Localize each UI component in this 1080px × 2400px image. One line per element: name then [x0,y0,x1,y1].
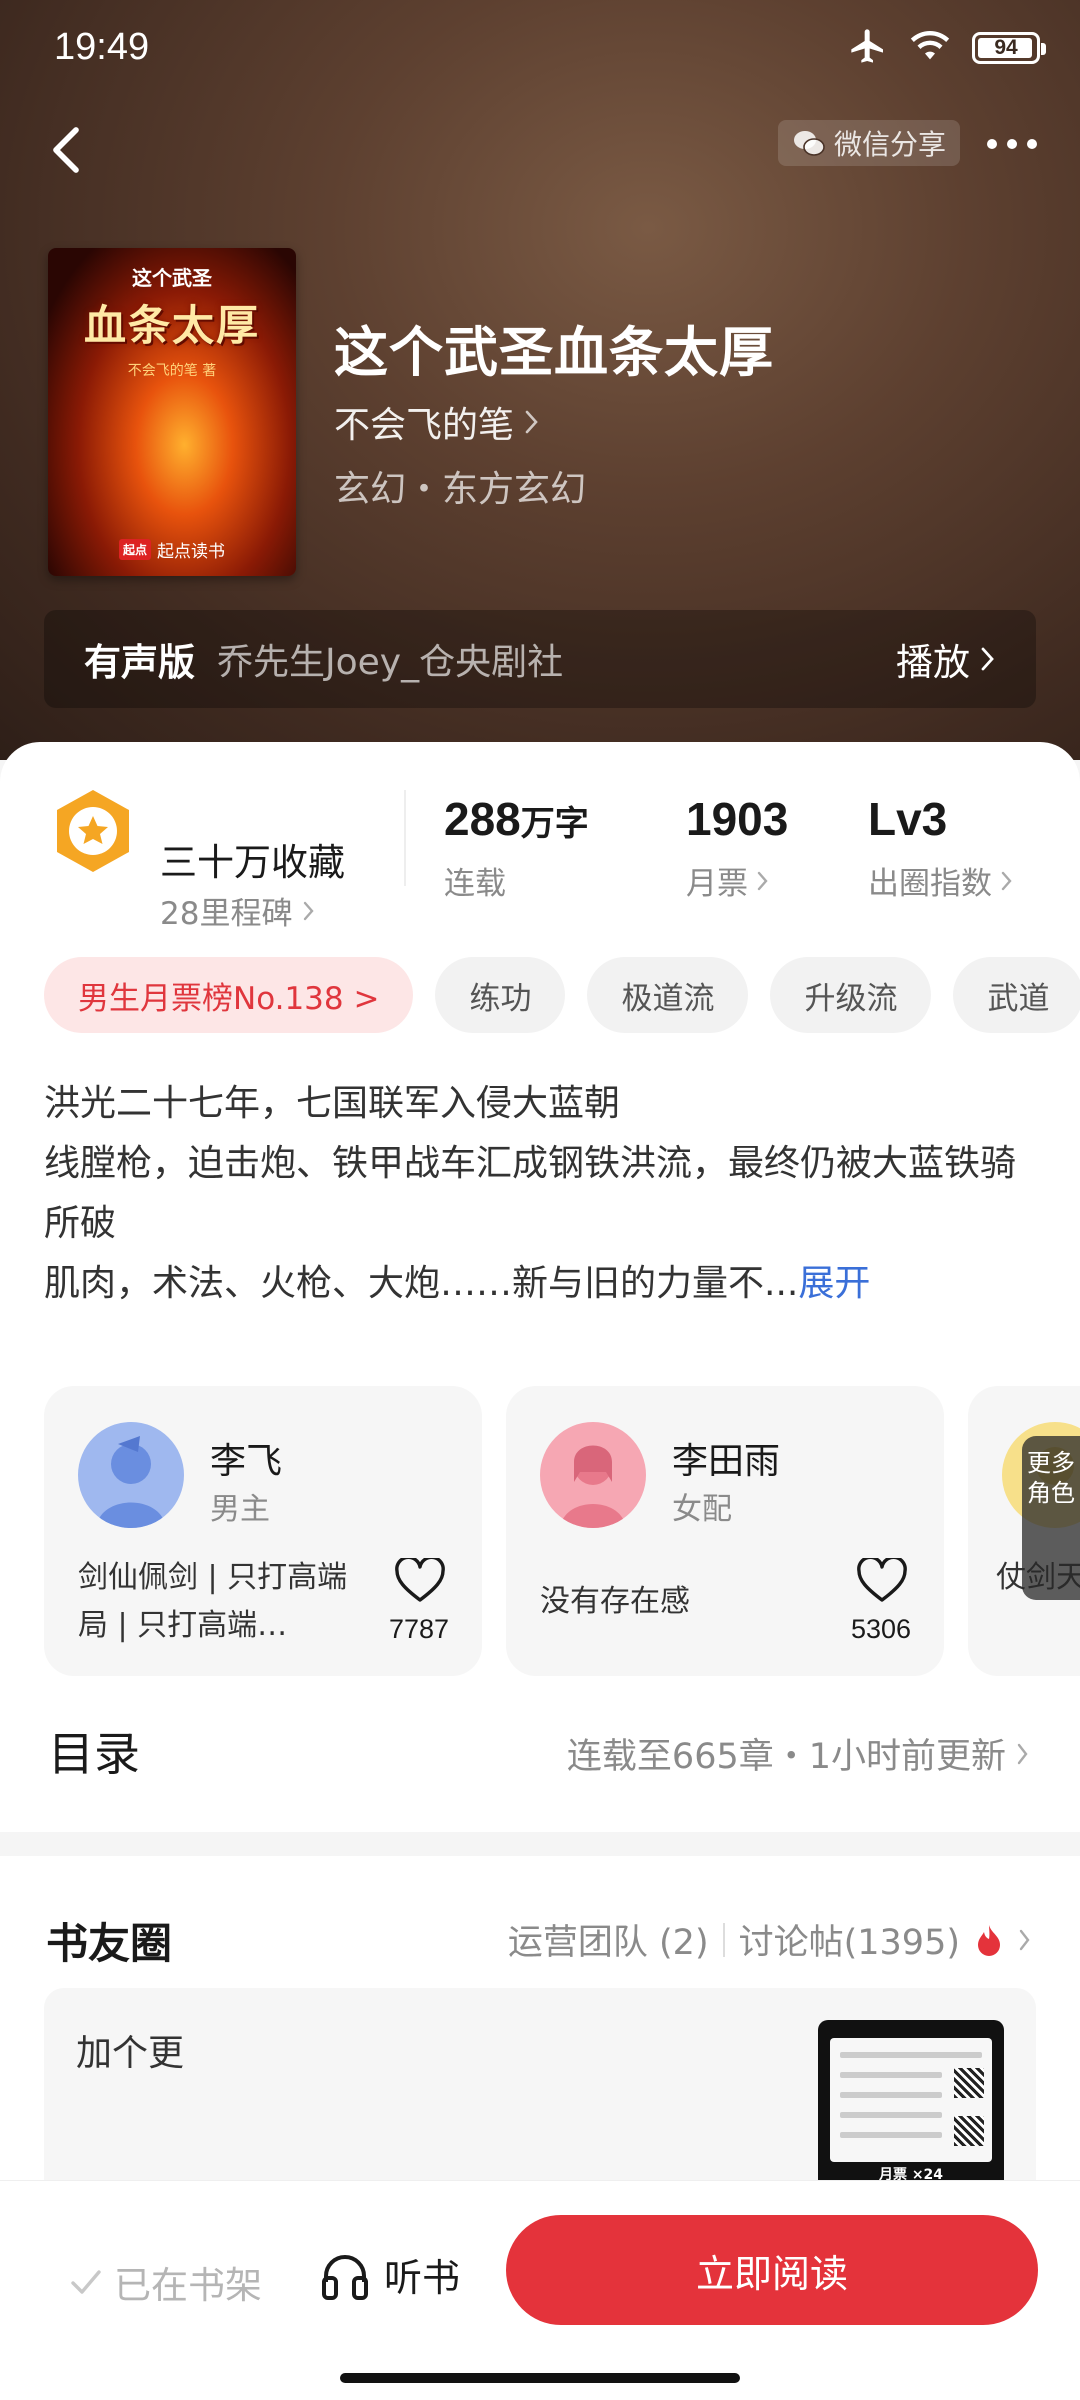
character-avatar [78,1422,184,1528]
cover-author: 不会飞的笔 著 [127,363,217,379]
listen-label: 听书 [384,2256,461,2300]
cover-subtitle: 这个武圣 [132,266,212,290]
community-links: 运营团队 (2) 讨论帖(1395) [508,1914,1032,1965]
wechat-share-button[interactable]: 微信分享 [777,120,960,166]
synopsis-line: 洪光二十七年，七国联军入侵大蓝朝 [44,1083,621,1124]
cover-publisher: 起点 起点读书 [48,537,296,562]
fire-icon [978,1924,1000,1956]
chevron-right-icon [981,647,994,671]
chevron-right-icon [525,410,538,434]
more-characters-button[interactable]: 更多角色 [1022,1436,1080,1600]
synopsis-line: 肌肉，术法、火枪、大炮……新与旧的力量不...展开 [44,1263,871,1304]
chevron-right-icon [304,901,315,920]
monthly-tickets-count: 1903 [686,793,789,845]
book-header: 19:49 94 微信分享 这个武圣 血条太厚 不会飞的笔 著 起点 起点读书 … [0,0,1080,760]
audio-version-bar[interactable]: 有声版 乔先生Joey_仓央剧社 播放 [44,610,1036,708]
on-shelf-button[interactable]: 已在书架 [70,2255,262,2309]
status-bar: 19:49 94 [0,0,1080,96]
post-text: 加个更 [76,2033,185,2074]
character-card[interactable]: 李田雨 女配 没有存在感 5306 [506,1386,944,1676]
status-icons: 94 [848,26,1046,70]
book-title: 这个武圣血条太厚 [334,321,774,384]
character-desc: 没有存在感 [540,1584,690,1619]
serial-status: 连载 [444,866,506,902]
heart-icon[interactable] [856,1558,908,1604]
top-bar: 微信分享 [0,110,1080,200]
expand-link[interactable]: 展开 [798,1263,870,1304]
ops-team-link[interactable]: 运营团队 (2) [508,1914,709,1965]
chevron-right-icon [757,871,768,890]
community-post[interactable]: 加个更 月票 ×24 [44,1988,1036,2188]
monthly-tickets-label: 月票 [686,866,748,902]
audio-play-button[interactable]: 播放 [896,632,996,686]
tag-item[interactable]: 练功 [435,957,566,1033]
book-detail-card: 三十万收藏 28里程碑 288万字 连载 1903 月票 Lv3 出圈指数 男生… [0,742,1080,1832]
tag-item[interactable]: 武道 [953,957,1080,1033]
word-count-stat: 288万字 连载 [444,792,589,903]
book-author-link[interactable]: 不会飞的笔 [334,396,540,448]
character-name: 李田雨 [672,1441,781,1482]
listen-button[interactable]: 听书 [318,2247,460,2302]
monthly-tickets-stat[interactable]: 1903 月票 [686,792,788,903]
wifi-icon [910,29,950,67]
chevron-right-icon [1001,871,1012,890]
character-role: 女配 [672,1492,732,1527]
status-time: 19:49 [54,26,150,68]
audio-narrator: 乔先生Joey_仓央剧社 [217,642,564,683]
toc-title: 目录 [48,1727,140,1781]
collection-count[interactable]: 三十万收藏 [160,832,345,886]
post-thumbnail[interactable]: 月票 ×24 [818,2020,1004,2188]
toc-info: 连载至665章・1小时前更新 [567,1728,1030,1779]
popularity-label: 出圈指数 [868,866,992,902]
headphones-icon [322,2254,368,2300]
book-cover[interactable]: 这个武圣 血条太厚 不会飞的笔 著 起点 起点读书 [48,248,296,576]
like-count: 7787 [388,1614,450,1644]
table-of-contents-row[interactable]: 目录 连载至665章・1小时前更新 [0,1708,1080,1798]
like-count: 5306 [850,1614,912,1644]
read-now-button[interactable]: 立即阅读 [506,2215,1038,2325]
medal-icon [57,790,129,872]
bottom-action-bar: 已在书架 听书 立即阅读 [0,2180,1080,2400]
battery-level: 94 [994,36,1018,59]
book-genre: 玄幻・东方玄幻 [334,469,587,510]
word-unit: 万字 [520,804,589,844]
audio-label: 有声版 [84,641,195,684]
chevron-right-icon[interactable] [1018,1928,1032,1952]
heart-icon[interactable] [394,1558,446,1604]
wechat-icon [793,131,825,156]
share-label: 微信分享 [833,128,946,161]
popularity-stat[interactable]: Lv3 出圈指数 [868,792,1014,903]
character-desc: 剑仙佩剑 | 只打高端局 | 只打高端… [78,1560,348,1643]
character-role: 男主 [210,1492,270,1527]
character-avatar [540,1422,646,1528]
word-count: 288 [444,793,521,845]
tag-item[interactable]: 升级流 [770,957,932,1033]
check-icon [71,2270,101,2294]
community-title: 书友圈 [46,1919,173,1968]
on-shelf-label: 已在书架 [114,2264,262,2307]
airplane-icon [848,26,888,70]
back-button[interactable] [26,110,106,190]
synopsis-line: 线膛枪，迫击炮、铁甲战车汇成钢铁洪流，最终仍被大蓝铁骑所破 [44,1143,1017,1244]
cover-title: 血条太厚 [83,301,260,350]
home-indicator [340,2373,740,2383]
battery-icon: 94 [972,32,1046,64]
community-header: 书友圈 运营团队 (2) 讨论帖(1395) [0,1904,1080,1974]
synopsis[interactable]: 洪光二十七年，七国联军入侵大蓝朝 线膛枪，迫击炮、铁甲战车汇成钢铁洪流，最终仍被… [44,1074,1044,1314]
tag-ranking[interactable]: 男生月票榜No.138 > [44,957,414,1033]
author-name: 不会飞的笔 [334,405,515,446]
chevron-left-icon [53,127,79,173]
more-options-button[interactable] [972,116,1052,172]
discussion-posts-link[interactable]: 讨论帖(1395) [739,1914,960,1965]
character-list: 李飞 男主 剑仙佩剑 | 只打高端局 | 只打高端… 7787 李田雨 女配 没… [44,1386,1080,1676]
stats-divider [404,790,406,886]
character-card[interactable]: 李飞 男主 剑仙佩剑 | 只打高端局 | 只打高端… 7787 [44,1386,482,1676]
tag-list: 男生月票榜No.138 > 练功 极道流 升级流 武道 [44,957,1080,1035]
milestone-link[interactable]: 28里程碑 [160,888,316,933]
character-name: 李飞 [210,1441,283,1482]
chevron-right-icon [1017,1743,1028,1764]
divider [722,1922,725,1957]
tag-item[interactable]: 极道流 [587,957,749,1033]
popularity-level: Lv3 [868,793,948,845]
